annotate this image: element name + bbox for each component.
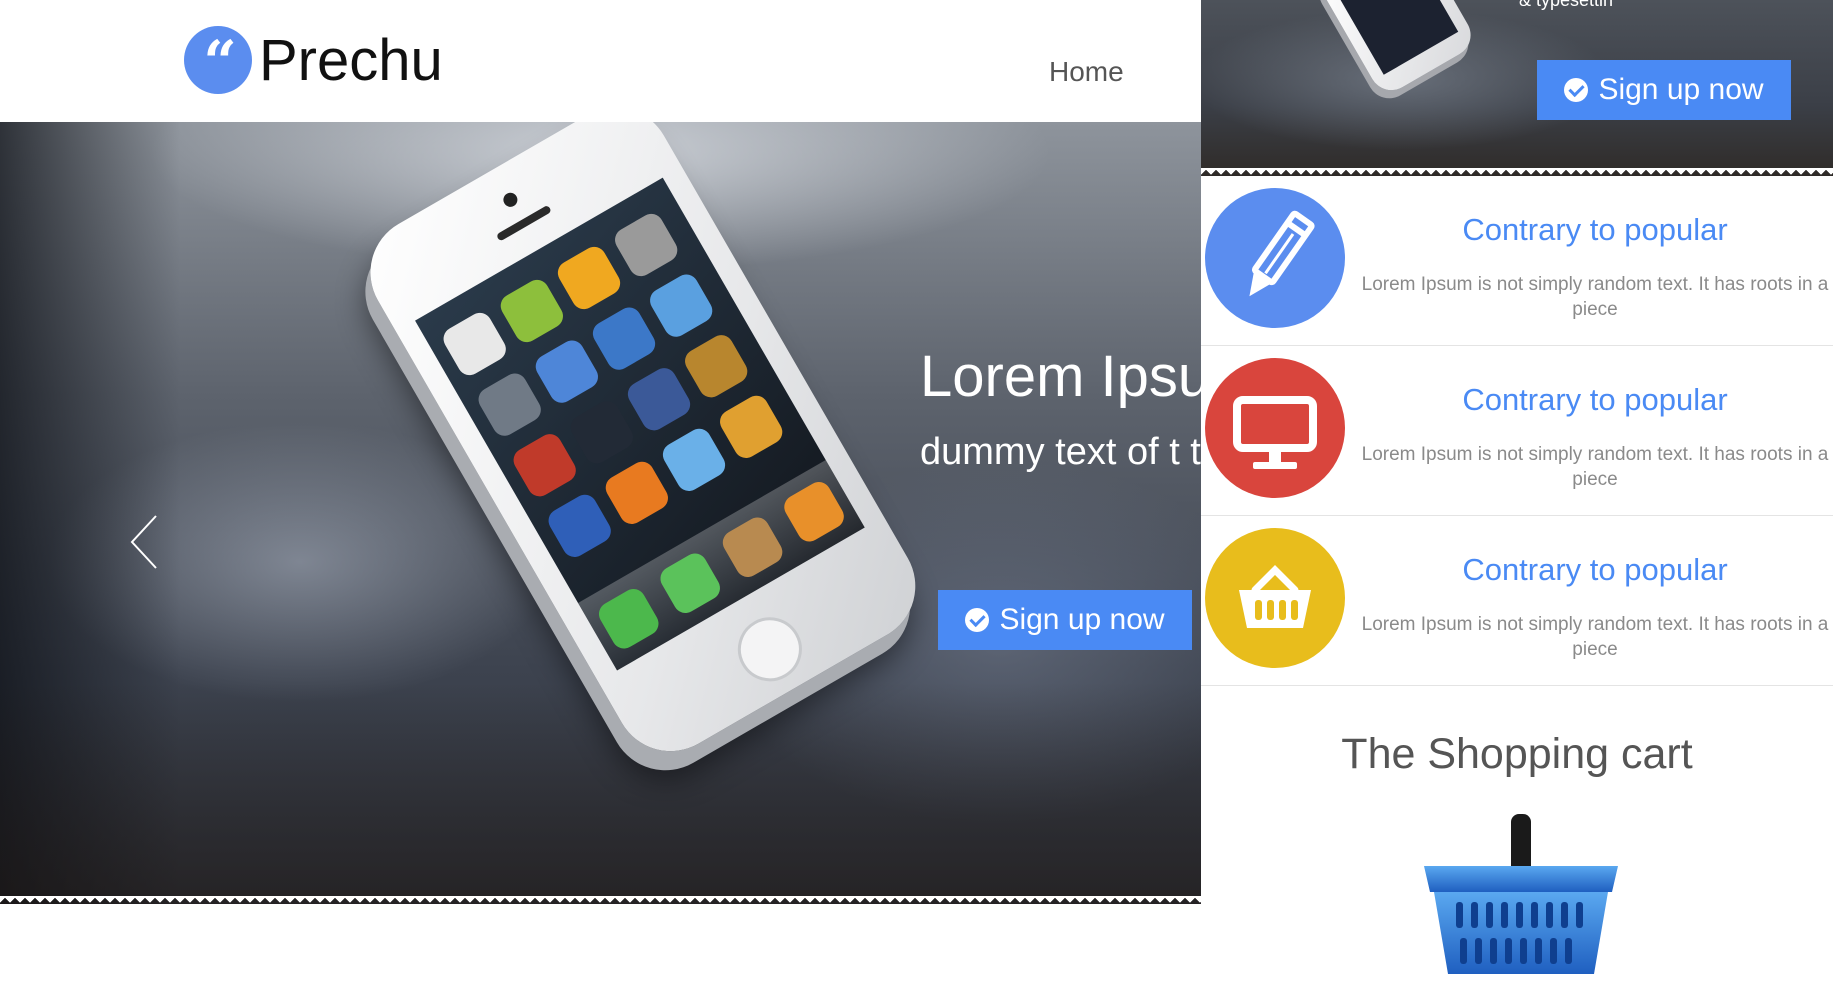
feature-item: Contrary to popular Lorem Ipsum is not s… (1201, 176, 1833, 346)
hero-zigzag-edge (0, 896, 1203, 906)
feature-item: Contrary to popular Lorem Ipsum is not s… (1201, 346, 1833, 516)
shopping-cart-title: The Shopping cart (1341, 730, 1693, 778)
feature-title[interactable]: Contrary to popular (1357, 212, 1833, 248)
feature-title[interactable]: Contrary to popular (1357, 552, 1833, 588)
mini-hero-text: & typesettin (1519, 0, 1614, 10)
hero-subtitle: dummy text of t typesettin (920, 431, 1203, 473)
mini-phone-image (1313, 0, 1479, 99)
feature-text: Lorem Ipsum is not simply random text. I… (1361, 614, 1829, 660)
monitor-icon (1205, 358, 1345, 498)
site-header: “ Prechu Home (0, 0, 1203, 122)
check-circle-icon (965, 608, 990, 632)
check-circle-icon (1564, 78, 1589, 102)
feature-text: Lorem Ipsum is not simply random text. I… (1361, 274, 1829, 320)
pencil-icon (1205, 188, 1345, 328)
nav-home-link[interactable]: Home (1049, 56, 1124, 88)
hero-signup-button[interactable]: Sign up now (938, 590, 1192, 650)
hero-title: Lorem Ipsu (920, 344, 1203, 409)
secondary-page-view: & typesettin Sign up now Contrary to pop… (1201, 0, 1833, 981)
shopping-basket-icon (1424, 814, 1618, 974)
hero-slider: Lorem Ipsu dummy text of t typesettin Si… (0, 122, 1203, 904)
mini-hero: & typesettin Sign up now (1201, 0, 1833, 176)
basket-icon (1205, 528, 1345, 668)
main-page-view: “ Prechu Home Lorem Ipsu dummy text of t… (0, 0, 1203, 981)
feature-title[interactable]: Contrary to popular (1357, 382, 1833, 418)
hero-phone-image (230, 122, 936, 772)
mini-signup-button[interactable]: Sign up now (1537, 60, 1791, 120)
brand-name[interactable]: Prechu (259, 28, 443, 94)
logo-quote-icon[interactable]: “ (184, 26, 252, 96)
feature-text: Lorem Ipsum is not simply random text. I… (1361, 444, 1829, 490)
feature-item: Contrary to popular Lorem Ipsum is not s… (1201, 516, 1833, 686)
slider-prev-arrow-icon[interactable] (128, 512, 168, 572)
